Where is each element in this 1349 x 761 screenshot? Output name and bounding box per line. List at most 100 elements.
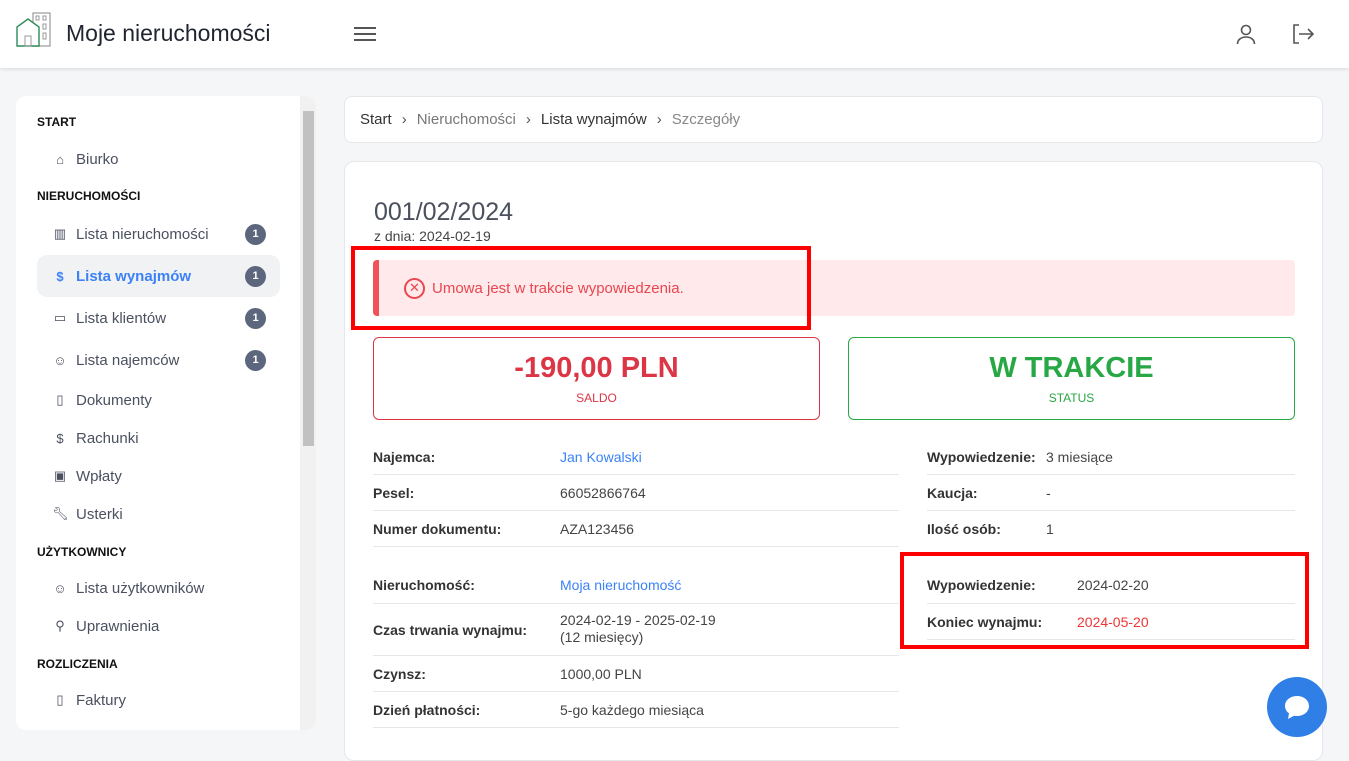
row-kaucja: Kaucja: - (927, 475, 1295, 511)
sidebar-item-wplaty[interactable]: ▣ Wpłaty (37, 455, 280, 497)
section-rozliczenia: ROZLICZENIA (37, 657, 118, 671)
label: Numer dokumentu: (373, 520, 502, 537)
chat-icon (1285, 696, 1309, 719)
count-badge: 1 (245, 307, 266, 329)
rental-date: z dnia: 2024-02-19 (374, 228, 491, 244)
end-date-value: 2024-05-20 (1077, 613, 1149, 630)
sidebar-scrollbar[interactable] (300, 96, 316, 730)
property-link[interactable]: Moja nieruchomość (560, 577, 681, 593)
value: 3 miesiące (1046, 448, 1113, 465)
value: AZA123456 (560, 520, 634, 537)
sidebar-item-rachunki[interactable]: $ Rachunki (37, 417, 280, 459)
scrollbar-thumb[interactable] (303, 111, 314, 446)
period: 2024-02-19 - 2025-02-19 (560, 612, 716, 628)
user-icon: ☺ (53, 352, 67, 368)
sidebar-item-label: Lista użytkowników (76, 579, 205, 597)
row-pesel: Pesel: 66052866764 (373, 475, 899, 511)
sidebar-item-lista-nieruchomosci[interactable]: ▥ Lista nieruchomości 1 (37, 213, 280, 255)
row-data-wypowiedzenia: Wypowiedzenie: 2024-02-20 (927, 566, 1295, 604)
row-nieruchomosc: Nieruchomość: Moja nieruchomość (373, 566, 899, 604)
breadcrumb-nieruchomosci[interactable]: Nieruchomości (417, 111, 516, 128)
label: Pesel: (373, 484, 415, 501)
sidebar-item-label: Biurko (76, 150, 119, 168)
sidebar-item-lista-najemcow[interactable]: ☺ Lista najemców 1 (37, 339, 280, 381)
period-months: (12 miesięcy) (560, 629, 644, 645)
app-title: Moje nieruchomości (66, 20, 271, 46)
sidebar-item-label: Lista klientów (76, 309, 167, 327)
label: Czas trwania wynajmu: (373, 621, 528, 638)
sidebar-item-label: Faktury (76, 691, 127, 709)
sidebar-item-dokumenty[interactable]: ▯ Dokumenty (37, 379, 280, 421)
label: Ilość osób: (927, 521, 1001, 537)
pdf-icon: ▯ (56, 692, 64, 707)
count-badge: 1 (245, 349, 266, 371)
row-najemca: Najemca: Jan Kowalski (373, 439, 899, 475)
sidebar-item-uprawnienia[interactable]: ⚲ Uprawnienia (37, 605, 280, 647)
label: Czynsz: (373, 665, 426, 682)
value: - (1046, 484, 1051, 501)
label: Najemca: (373, 448, 436, 465)
sidebar-item-faktury[interactable]: ▯ Faktury (37, 679, 280, 721)
briefcase-icon: ▭ (53, 310, 67, 325)
termination-alert: ✕ Umowa jest w trakcie wypowiedzenia. (373, 260, 1295, 316)
logo-icon (16, 12, 51, 47)
section-nieruchomosci: NIERUCHOMOŚCI (37, 189, 141, 203)
row-czas-trwania: Czas trwania wynajmu: 2024-02-19 - 2025-0… (373, 604, 899, 656)
sidebar-item-label: Wpłaty (76, 467, 122, 485)
status-box: W TRAKCIE STATUS (848, 337, 1295, 420)
value: 1 (1046, 521, 1054, 537)
breadcrumb-current: Szczegóły (671, 111, 741, 128)
sidebar-item-label: Uprawnienia (76, 617, 160, 635)
value: 2024-02-20 (1077, 576, 1149, 593)
breadcrumb: Start › Nieruchomości › Lista wynajmów › Sz… (344, 96, 1323, 143)
sidebar-item-usterki[interactable]: 🔧︎ Usterki (37, 493, 280, 535)
balance-value: -190,00 PLN (514, 352, 679, 384)
sidebar-item-biurko[interactable]: ⌂ Biurko (37, 138, 280, 180)
file-icon: ▯ (56, 392, 64, 407)
section-uzytkownicy: UŻYTKOWNICY (37, 545, 127, 559)
value: 66052866764 (560, 484, 646, 501)
sidebar-item-lista-klientow[interactable]: ▭ Lista klientów 1 (37, 297, 280, 339)
label: Koniec wynajmu: (927, 613, 1043, 630)
breadcrumb-lista-wynajmow[interactable]: Lista wynajmów (541, 111, 647, 128)
alert-text: Umowa jest w trakcie wypowiedzenia. (432, 279, 684, 297)
sidebar-item-label: Rachunki (76, 429, 139, 447)
key-icon: ⚲ (55, 618, 65, 633)
user-profile-icon[interactable] (1234, 22, 1258, 46)
row-koniec-wynajmu: Koniec wynajmu: 2024-05-20 (927, 604, 1295, 640)
menu-toggle-icon[interactable] (354, 24, 376, 42)
chevron-right-icon: › (525, 111, 531, 128)
row-ilosc-osob: Ilość osób: 1 (927, 511, 1295, 547)
chevron-right-icon: › (401, 111, 407, 128)
status-label: STATUS (1048, 391, 1095, 405)
wrench-icon: 🔧︎ (52, 506, 69, 521)
balance-label: SALDO (576, 391, 617, 405)
sidebar-item-label: Lista wynajmów (76, 267, 192, 285)
section-start: START (37, 115, 77, 129)
label: Nieruchomość: (373, 576, 475, 593)
top-header: Moje nieruchomości (0, 0, 1349, 68)
row-numer-dokumentu: Numer dokumentu: AZA123456 (373, 511, 899, 547)
sidebar-item-label: Dokumenty (76, 391, 152, 409)
home-icon: ⌂ (56, 151, 64, 167)
label: Wypowiedzenie: (927, 576, 1036, 593)
breadcrumb-start[interactable]: Start (360, 111, 392, 128)
sidebar: START ⌂ Biurko NIERUCHOMOŚCI ▥ Lista nieru… (16, 96, 316, 730)
users-icon: ☺ (53, 580, 67, 596)
count-badge: 1 (245, 223, 266, 245)
chat-button[interactable] (1267, 677, 1327, 737)
balance-box: -190,00 PLN SALDO (373, 337, 820, 420)
tenant-link[interactable]: Jan Kowalski (560, 449, 642, 465)
sidebar-item-lista-wynajmow[interactable]: $ Lista wynajmów 1 (37, 255, 280, 297)
cash-icon: ▣ (53, 468, 67, 483)
logout-icon[interactable] (1290, 22, 1314, 46)
label: Wypowiedzenie: (927, 448, 1036, 465)
value: 1000,00 PLN (560, 665, 642, 682)
building-icon: ▥ (53, 226, 67, 241)
label: Kaucja: (927, 484, 978, 501)
label: Dzień płatności: (373, 701, 481, 718)
value: 2024-02-19 - 2025-02-19 (12 miesięcy) (560, 612, 716, 646)
row-dzien-platnosci: Dzień płatności: 5-go każdego miesiąca (373, 692, 899, 728)
sidebar-item-lista-uzytkownikow[interactable]: ☺ Lista użytkowników (37, 567, 280, 609)
sidebar-item-label: Usterki (76, 505, 123, 523)
